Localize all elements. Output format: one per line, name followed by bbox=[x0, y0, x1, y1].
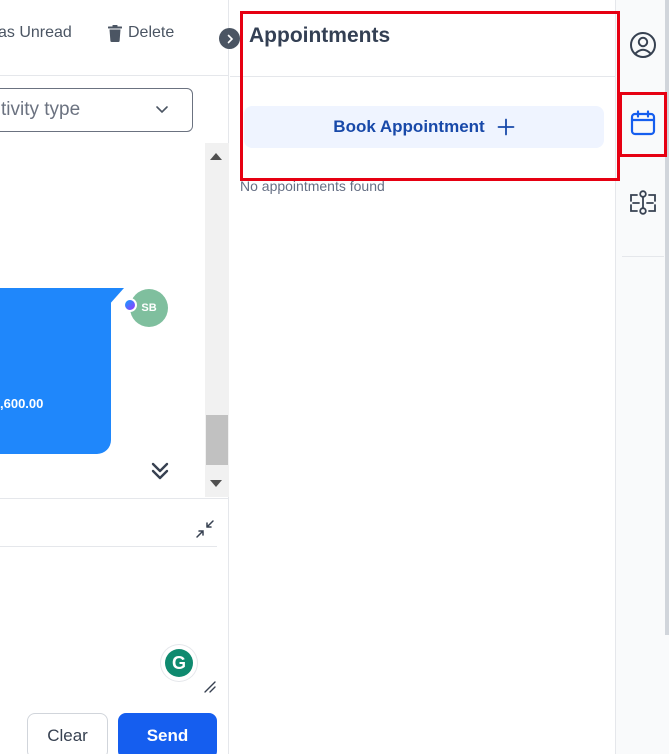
conversation-panel: as Unread Delete tivity type ,600.00 SB bbox=[0, 0, 229, 754]
compose-divider bbox=[0, 546, 217, 547]
message-list: ,600.00 SB bbox=[0, 143, 229, 497]
chevron-right-icon bbox=[227, 34, 233, 43]
page-scrollbar[interactable] bbox=[665, 0, 669, 635]
delete-label: Delete bbox=[128, 24, 175, 41]
message-bubble-tail bbox=[108, 288, 124, 306]
send-button[interactable]: Send bbox=[118, 713, 217, 754]
calendar-icon bbox=[630, 110, 656, 136]
scroll-to-bottom-button[interactable] bbox=[143, 454, 177, 488]
scroll-thumb[interactable] bbox=[206, 415, 228, 465]
scroll-down-arrow[interactable] bbox=[210, 480, 222, 487]
double-chevron-down-icon bbox=[151, 462, 169, 480]
automation-tab[interactable] bbox=[616, 176, 669, 230]
chevron-down-icon bbox=[156, 106, 168, 114]
appointments-header: Appointments bbox=[230, 0, 615, 77]
resize-handle-icon[interactable] bbox=[202, 679, 216, 693]
send-label: Send bbox=[146, 726, 189, 745]
appointments-panel: Appointments Book Appointment No appoint… bbox=[230, 0, 615, 754]
workflow-icon bbox=[630, 190, 656, 215]
grammarly-icon: G bbox=[165, 649, 193, 677]
user-circle-icon bbox=[630, 32, 656, 58]
contact-tab[interactable] bbox=[616, 18, 669, 72]
message-amount: ,600.00 bbox=[0, 396, 44, 411]
grammarly-button[interactable]: G bbox=[161, 645, 197, 681]
mark-unread-label: as Unread bbox=[0, 24, 72, 41]
compose-area[interactable]: G Clear Send bbox=[0, 498, 229, 754]
trash-icon bbox=[108, 24, 122, 42]
plus-icon bbox=[497, 118, 515, 136]
book-appointment-label: Book Appointment bbox=[333, 117, 485, 136]
book-appointment-button[interactable]: Book Appointment bbox=[244, 106, 604, 148]
conversation-toolbar: as Unread Delete bbox=[0, 0, 229, 76]
activity-type-select[interactable]: tivity type bbox=[0, 88, 193, 132]
delete-button[interactable]: Delete bbox=[108, 24, 174, 42]
empty-state-text: No appointments found bbox=[240, 178, 385, 194]
rail-divider bbox=[622, 256, 664, 257]
clear-button[interactable]: Clear bbox=[27, 713, 108, 754]
message-bubble bbox=[0, 288, 111, 454]
mark-unread-button[interactable]: as Unread bbox=[0, 24, 72, 42]
side-icon-rail bbox=[615, 0, 669, 754]
avatar-initials: SB bbox=[141, 302, 157, 314]
page-title: Appointments bbox=[249, 24, 391, 47]
minimize-arrows-icon[interactable] bbox=[195, 519, 215, 539]
messenger-icon bbox=[123, 298, 137, 312]
activity-type-placeholder: tivity type bbox=[1, 99, 81, 120]
appointments-tab[interactable] bbox=[616, 96, 669, 150]
clear-label: Clear bbox=[47, 726, 88, 745]
scroll-up-arrow[interactable] bbox=[210, 153, 222, 160]
panel-collapse-toggle[interactable] bbox=[219, 28, 240, 49]
message-scrollbar[interactable] bbox=[205, 143, 229, 497]
